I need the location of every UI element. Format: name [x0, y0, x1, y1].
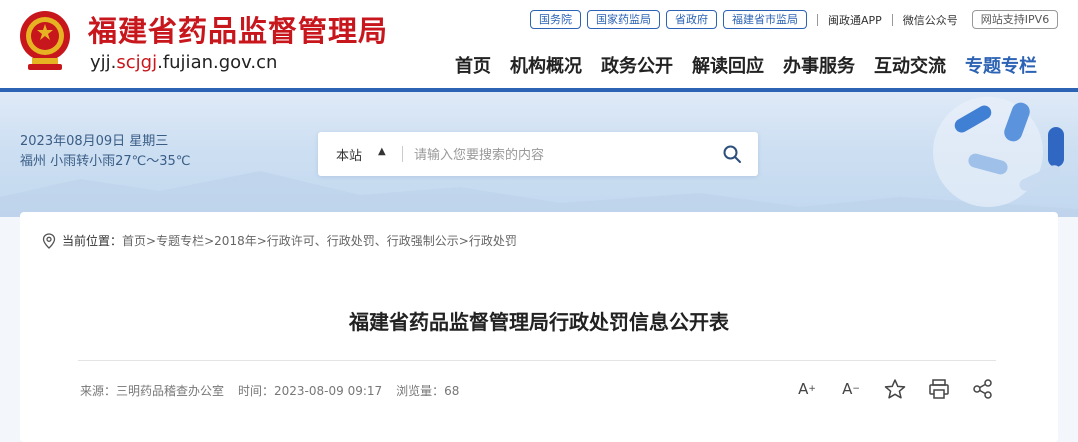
banner: 2023年08月09日 星期三 福州 小雨转小雨27℃～35℃ 本站 ▲ — [0, 92, 1078, 217]
article-tools: A + A − — [795, 378, 995, 400]
divider — [402, 146, 403, 162]
breadcrumb-lead: 当前位置： — [62, 234, 123, 248]
article-meta: 来源：三明药品稽查办公室 时间：2023-08-09 09:17 浏览量：68 — [80, 382, 459, 399]
national-emblem-icon — [20, 11, 70, 70]
search-scope-select[interactable]: 本站 — [336, 145, 362, 164]
breadcrumb-separator: > — [458, 233, 469, 248]
location-pin-icon — [42, 232, 56, 249]
link-state-council[interactable]: 国务院 — [530, 10, 581, 29]
font-increase-icon[interactable]: A + — [795, 378, 819, 400]
search-box: 本站 ▲ — [318, 132, 758, 176]
link-market-supervision[interactable]: 福建省市监局 — [723, 10, 807, 29]
nav-services[interactable]: 办事服务 — [783, 52, 855, 78]
capsules-decoration — [933, 97, 1064, 207]
breadcrumb-item-penalty[interactable]: 行政处罚 — [469, 232, 517, 249]
current-date: 2023年08月09日 星期三 — [20, 134, 169, 149]
scope-dropdown-icon[interactable]: ▲ — [378, 146, 386, 157]
nav-interpret[interactable]: 解读回应 — [692, 52, 764, 78]
share-icon[interactable] — [971, 378, 995, 400]
divider — [891, 13, 893, 26]
breadcrumb-item-topics[interactable]: 专题专栏 — [156, 232, 204, 249]
link-app[interactable]: 闽政通APP — [828, 12, 882, 28]
breadcrumb-separator: > — [256, 233, 267, 248]
font-decrease-icon[interactable]: A − — [839, 378, 863, 400]
ipv6-badge: 网站支持IPV6 — [971, 10, 1059, 29]
link-province-gov[interactable]: 省政府 — [666, 10, 717, 29]
site-header: 福建省药品监督管理局 yjj.scjgj.fujian.gov.cn 国务院 国… — [0, 0, 1078, 90]
search-input[interactable] — [412, 143, 706, 167]
article-views: 浏览量：68 — [396, 384, 460, 398]
print-icon[interactable] — [927, 378, 951, 400]
article-time: 时间：2023-08-09 09:17 — [238, 384, 383, 398]
link-nmpa[interactable]: 国家药监局 — [587, 10, 660, 29]
weather: 福州 小雨转小雨27℃～35℃ — [20, 154, 191, 169]
main-nav: 首页 机构概况 政务公开 解读回应 办事服务 互动交流 专题专栏 — [455, 52, 1037, 78]
nav-home[interactable]: 首页 — [455, 52, 491, 78]
article-title: 福建省药品监督管理局行政处罚信息公开表 — [349, 310, 729, 334]
site-title[interactable]: 福建省药品监督管理局 — [88, 8, 388, 50]
breadcrumb-item-2018[interactable]: 2018年 — [214, 232, 257, 249]
article-source: 来源：三明药品稽查办公室 — [80, 384, 225, 398]
breadcrumb-item-admin[interactable]: 行政许可、行政处罚、行政强制公示 — [267, 232, 459, 249]
link-wechat[interactable]: 微信公众号 — [903, 12, 958, 28]
breadcrumb: 当前位置： 首页 > 专题专栏 > 2018年 > 行政许可、行政处罚、行政强制… — [42, 232, 517, 249]
title-divider — [78, 360, 996, 361]
site-domain: yjj.scjgj.fujian.gov.cn — [90, 52, 278, 73]
nav-about[interactable]: 机构概况 — [510, 52, 582, 78]
breadcrumb-item-home[interactable]: 首页 — [122, 232, 146, 249]
date-weather: 2023年08月09日 星期三 福州 小雨转小雨27℃～35℃ — [20, 132, 190, 172]
breadcrumb-separator: > — [146, 233, 157, 248]
nav-interaction[interactable]: 互动交流 — [874, 52, 946, 78]
search-icon[interactable] — [722, 144, 742, 164]
divider — [817, 13, 818, 26]
article-card: 当前位置： 首页 > 专题专栏 > 2018年 > 行政许可、行政处罚、行政强制… — [20, 212, 1058, 442]
star-icon[interactable] — [883, 378, 907, 400]
nav-open-gov[interactable]: 政务公开 — [601, 52, 673, 78]
top-links: 国务院 国家药监局 省政府 福建省市监局 闽政通APP 微信公众号 网站支持IP… — [530, 10, 1059, 29]
breadcrumb-separator: > — [204, 233, 215, 248]
nav-special-topics[interactable]: 专题专栏 — [965, 52, 1037, 78]
